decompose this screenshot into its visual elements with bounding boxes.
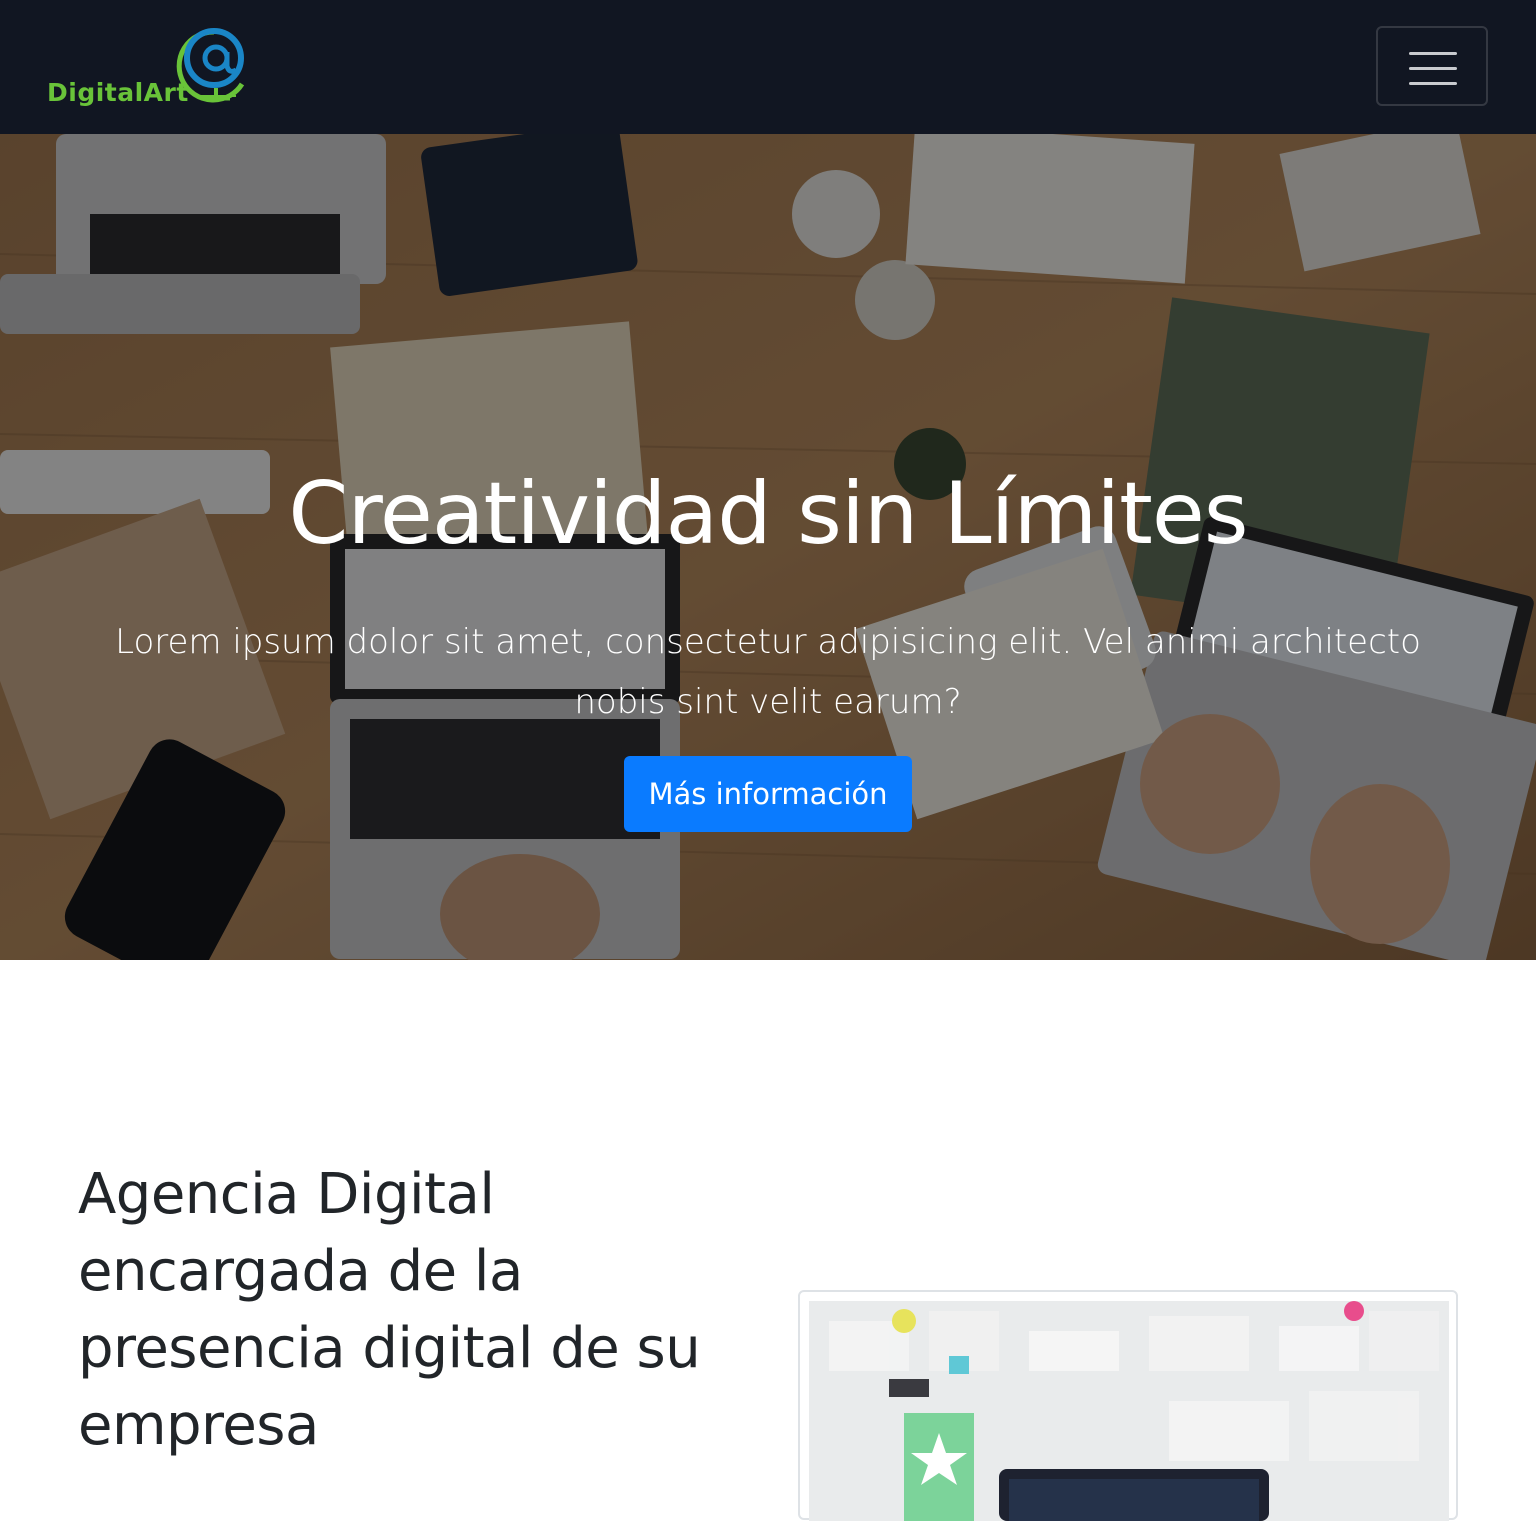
about-image-frame <box>798 1290 1458 1521</box>
navbar-toggler-button[interactable] <box>1376 26 1488 106</box>
hero-title: Creatividad sin Límites <box>288 464 1248 564</box>
brand-logo[interactable]: DigitalArt <box>46 22 256 114</box>
hamburger-menu-icon <box>1409 52 1457 86</box>
about-title: Agencia Digital encargada de la presenci… <box>78 1162 701 1458</box>
navbar: DigitalArt <box>0 0 1536 134</box>
hero-section: Creatividad sin Límites Lorem ipsum dolo… <box>0 134 1536 960</box>
about-image <box>809 1301 1449 1521</box>
brand-text: DigitalArt <box>47 78 189 107</box>
hero-subtitle: Lorem ipsum dolor sit amet, consectetur … <box>115 622 1421 722</box>
more-info-button[interactable]: Más información <box>624 756 912 832</box>
